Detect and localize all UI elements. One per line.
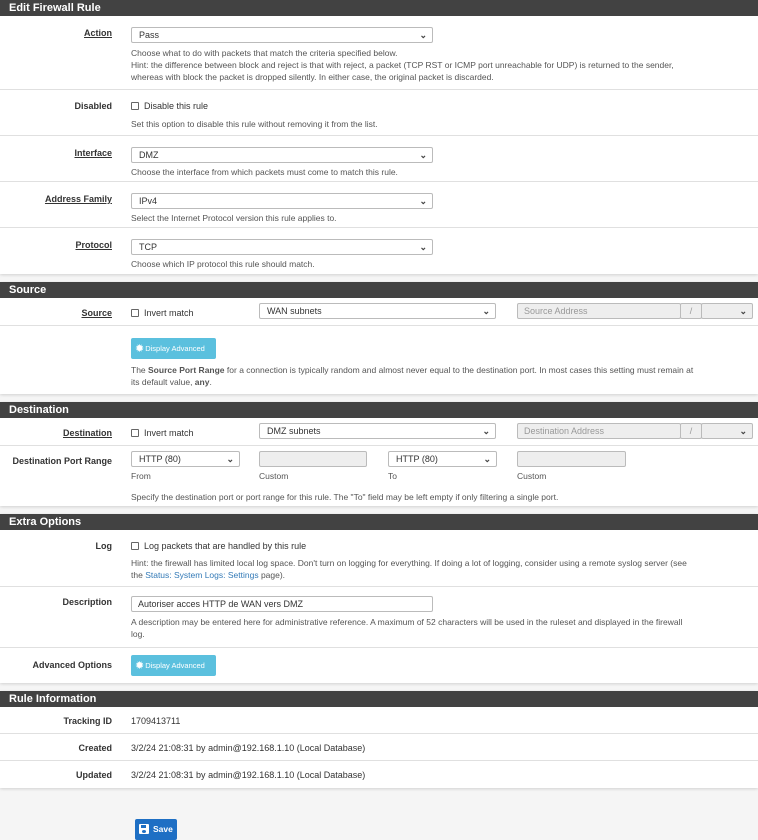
tracking-id-label: Tracking ID <box>63 716 112 726</box>
source-type-select[interactable]: WAN subnets ⌄ <box>259 303 496 319</box>
from-custom-caption: Custom <box>259 471 289 481</box>
source-label[interactable]: Source <box>0 308 112 318</box>
updated-row: Updated 3/2/24 21:08:31 by admin@192.168… <box>0 761 758 788</box>
port-range-help: Specify the destination port or port ran… <box>131 492 559 502</box>
destination-mask-select[interactable]: ⌄ <box>701 423 753 439</box>
from-caption: From <box>131 471 151 481</box>
created-value: 3/2/24 21:08:31 by admin@192.168.1.10 (L… <box>131 743 366 753</box>
destination-panel: Destination Destination Invert match DMZ… <box>0 402 758 506</box>
destination-slash: / <box>680 423 702 439</box>
destination-label[interactable]: Destination <box>0 428 112 438</box>
port-from-select[interactable]: HTTP (80) ⌄ <box>131 451 240 467</box>
chevron-down-icon: ⌄ <box>419 242 427 252</box>
port-to-custom-input[interactable] <box>517 451 626 467</box>
chevron-down-icon: ⌄ <box>226 454 234 464</box>
source-help: The Source Port Range for a connection i… <box>131 365 694 387</box>
address-family-help: Select the Internet Protocol version thi… <box>131 213 337 223</box>
extra-options-panel: Extra Options Log Log packets that are h… <box>0 514 758 683</box>
port-to-select[interactable]: HTTP (80) ⌄ <box>388 451 497 467</box>
description-row: Description Autoriser acces HTTP de WAN … <box>0 587 758 648</box>
interface-row: Interface DMZ ⌄ Choose the interface fro… <box>0 136 758 182</box>
action-value: Pass <box>139 30 160 40</box>
panel-title: Source <box>0 282 758 298</box>
action-help: Choose what to do with packets that matc… <box>131 48 674 82</box>
log-label: Log <box>95 541 113 551</box>
address-family-label[interactable]: Address Family <box>0 194 112 204</box>
destination-type-select[interactable]: DMZ subnets ⌄ <box>259 423 496 439</box>
to-custom-caption: Custom <box>517 471 547 481</box>
chevron-down-icon: ⌄ <box>419 150 427 160</box>
disable-rule-checkbox[interactable]: Disable this rule <box>131 101 208 111</box>
chevron-down-icon: ⌄ <box>419 30 427 40</box>
advanced-options-row: Advanced Options ✹Display Advanced <box>0 648 758 683</box>
disabled-row: Disabled Disable this rule Set this opti… <box>0 90 758 136</box>
protocol-row: Protocol TCP ⌄ Choose which IP protocol … <box>0 228 758 274</box>
source-slash: / <box>680 303 702 319</box>
panel-title: Extra Options <box>0 514 758 530</box>
log-checkbox[interactable]: Log packets that are handled by this rul… <box>131 541 306 551</box>
source-address-input[interactable]: Source Address <box>517 303 681 319</box>
log-row: Log Log packets that are handled by this… <box>0 530 758 587</box>
chevron-down-icon: ⌄ <box>482 426 490 436</box>
source-row: Source Invert match WAN subnets ⌄ Source… <box>0 298 758 326</box>
interface-help: Choose the interface from which packets … <box>131 167 398 177</box>
panel-title: Rule Information <box>0 691 758 707</box>
chevron-down-icon: ⌄ <box>739 426 747 436</box>
updated-label: Updated <box>76 770 112 780</box>
protocol-label[interactable]: Protocol <box>0 240 112 250</box>
updated-value: 3/2/24 21:08:31 by admin@192.168.1.10 (L… <box>131 770 366 780</box>
checkbox-box[interactable] <box>131 309 139 317</box>
disabled-label: Disabled <box>74 101 112 111</box>
port-from-custom-input[interactable] <box>259 451 367 467</box>
action-label[interactable]: Action <box>0 28 112 38</box>
to-caption: To <box>388 471 397 481</box>
interface-select[interactable]: DMZ ⌄ <box>131 147 433 163</box>
source-advanced-row: ✹Display Advanced The Source Port Range … <box>0 326 758 394</box>
address-family-select[interactable]: IPv4 ⌄ <box>131 193 433 209</box>
source-display-advanced-button[interactable]: ✹Display Advanced <box>131 338 216 359</box>
action-select[interactable]: Pass ⌄ <box>131 27 433 43</box>
advanced-display-button[interactable]: ✹Display Advanced <box>131 655 216 676</box>
destination-row: Destination Invert match DMZ subnets ⌄ D… <box>0 418 758 446</box>
description-input[interactable]: Autoriser acces HTTP de WAN vers DMZ <box>131 596 433 612</box>
destination-address-input[interactable]: Destination Address <box>517 423 681 439</box>
disabled-help: Set this option to disable this rule wit… <box>131 119 378 129</box>
interface-label[interactable]: Interface <box>0 148 112 158</box>
protocol-select[interactable]: TCP ⌄ <box>131 239 433 255</box>
panel-title: Destination <box>0 402 758 418</box>
system-logs-settings-link[interactable]: Status: System Logs: Settings <box>145 570 258 580</box>
description-help: A description may be entered here for ad… <box>131 617 683 639</box>
source-panel: Source Source Invert match WAN subnets ⌄… <box>0 282 758 394</box>
description-label: Description <box>62 597 112 607</box>
source-invert-checkbox[interactable]: Invert match <box>131 308 194 318</box>
edit-rule-panel: Edit Firewall Rule Action Pass ⌄ Choose … <box>0 0 758 274</box>
save-icon <box>139 824 149 834</box>
created-row: Created 3/2/24 21:08:31 by admin@192.168… <box>0 734 758 761</box>
gear-icon: ✹ <box>135 660 145 672</box>
log-help: Hint: the firewall has limited local log… <box>131 558 687 580</box>
created-label: Created <box>78 743 112 753</box>
chevron-down-icon: ⌄ <box>482 306 490 316</box>
action-row: Action Pass ⌄ Choose what to do with pac… <box>0 16 758 90</box>
advanced-options-label: Advanced Options <box>32 660 112 670</box>
save-button[interactable]: Save <box>135 819 177 840</box>
destination-port-range-label: Destination Port Range <box>12 456 112 466</box>
source-mask-select[interactable]: ⌄ <box>701 303 753 319</box>
chevron-down-icon: ⌄ <box>419 196 427 206</box>
tracking-id-value: 1709413711 <box>131 716 181 726</box>
destination-port-range-row: Destination Port Range HTTP (80) ⌄ From … <box>0 446 758 506</box>
rule-information-panel: Rule Information Tracking ID 1709413711 … <box>0 691 758 788</box>
tracking-id-row: Tracking ID 1709413711 <box>0 707 758 734</box>
panel-title: Edit Firewall Rule <box>0 0 758 16</box>
address-family-row: Address Family IPv4 ⌄ Select the Interne… <box>0 182 758 228</box>
chevron-down-icon: ⌄ <box>739 306 747 316</box>
checkbox-box[interactable] <box>131 102 139 110</box>
destination-invert-checkbox[interactable]: Invert match <box>131 428 194 438</box>
checkbox-box[interactable] <box>131 429 139 437</box>
checkbox-box[interactable] <box>131 542 139 550</box>
chevron-down-icon: ⌄ <box>483 454 491 464</box>
gear-icon: ✹ <box>135 343 145 355</box>
protocol-help: Choose which IP protocol this rule shoul… <box>131 259 315 269</box>
